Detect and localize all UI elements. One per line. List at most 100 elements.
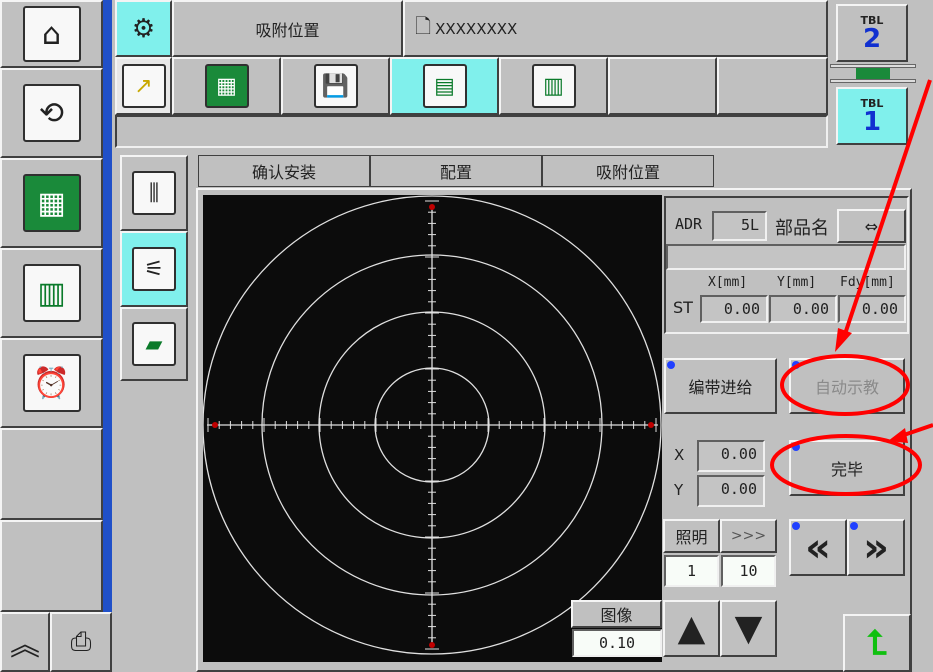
swap-button[interactable]: ⇔: [837, 209, 906, 243]
screen-title: 吸附位置: [172, 0, 403, 57]
nozzle-head-icon: ⫼: [132, 171, 176, 215]
indicator-icon: [850, 522, 858, 530]
tbl2-button[interactable]: TBL 2: [836, 4, 908, 62]
indicator-icon: [792, 522, 800, 530]
sidebar-item-home[interactable]: ⌂: [0, 0, 103, 68]
marker: [648, 422, 654, 428]
tool-tab-nozzle[interactable]: ⫼: [120, 155, 188, 231]
decrease-button[interactable]: ▼: [720, 600, 777, 657]
finish-label: 完毕: [830, 460, 863, 479]
sidebar-empty-2: [0, 520, 103, 612]
previous-button[interactable]: «: [789, 519, 847, 576]
next-label: >>>: [730, 528, 767, 544]
sidebar-item-pcb[interactable]: ▦: [0, 158, 103, 248]
sidebar-item-maintenance[interactable]: ⏰: [0, 338, 103, 428]
file-name: XXXXXXXX: [435, 19, 518, 38]
st-y-field: 0.00: [769, 295, 837, 323]
toolbar-feeder-cart[interactable]: ▤: [390, 57, 499, 115]
part-name-label: 部品名: [775, 218, 829, 239]
tbl1-button[interactable]: TBL 1: [836, 87, 908, 145]
minus-triangle-icon: ▼: [734, 608, 763, 649]
lighting-label: 照明: [675, 528, 708, 547]
sidebar-border: [103, 0, 112, 612]
indicator-icon: [667, 361, 675, 369]
col-y-header: Y[mm]: [777, 275, 817, 290]
operator-icon[interactable]: ⚙: [115, 0, 172, 57]
part-name-field: [666, 244, 906, 270]
tool-tab-tray[interactable]: ▰: [120, 307, 188, 381]
image-button[interactable]: 图像: [571, 600, 662, 628]
bar-chart-icon: ▥: [531, 64, 576, 108]
tab-label: 吸附位置: [595, 163, 660, 182]
toolbar-save[interactable]: 💾: [281, 57, 390, 115]
page-title: 吸附位置: [255, 20, 320, 40]
tape-feed-label: 编带进给: [688, 378, 753, 397]
sync-arrows-icon: ⟲: [22, 84, 81, 142]
tape-feed-button[interactable]: 编带进给: [664, 358, 777, 414]
lighting-button[interactable]: 照明: [663, 519, 720, 553]
toolbar-trend[interactable]: ↗: [115, 57, 172, 115]
return-button[interactable]: ⮤: [843, 614, 911, 672]
lighting-value-1[interactable]: 1: [664, 555, 719, 587]
tray-icon: ▰: [132, 322, 176, 366]
message-bar: [115, 115, 828, 148]
y-field: 0.00: [697, 475, 765, 507]
chevron-double-up-icon[interactable]: ︽: [0, 612, 50, 672]
tab-pickup-position[interactable]: 吸附位置: [542, 155, 714, 187]
tab-confirm-mount[interactable]: 确认安装: [198, 155, 370, 187]
tab-config[interactable]: 配置: [370, 155, 542, 187]
adr-field: 5L: [712, 211, 767, 241]
marker: [429, 642, 435, 648]
col-x-header: X[mm]: [708, 275, 748, 290]
plus-triangle-icon: ▲: [677, 608, 706, 649]
finish-button[interactable]: 完毕: [789, 440, 905, 496]
trend-arrow-icon: ↗: [121, 64, 166, 108]
floppy-disk-icon: 💾: [313, 64, 358, 108]
marker: [429, 204, 435, 210]
adr-label: ADR: [675, 215, 703, 233]
st-fdy-field: 0.00: [838, 295, 906, 323]
indicator-icon: [792, 443, 800, 451]
x-field: 0.00: [697, 440, 765, 472]
alarm-clock-tool-icon: ⏰: [22, 354, 81, 412]
auto-teach-button[interactable]: 自动示教: [789, 358, 905, 414]
col-fdy-header: Fdy[mm]: [840, 275, 895, 290]
tab-label: 确认安装: [251, 163, 316, 182]
file-icon: 🗋: [415, 13, 432, 38]
return-arrow-icon: ⮤: [866, 623, 888, 663]
marker: [212, 422, 218, 428]
chevron-double-right-icon: »: [863, 524, 889, 571]
lighting-next-button[interactable]: >>>: [720, 519, 777, 553]
next-button[interactable]: »: [847, 519, 905, 576]
tbl1-number: 1: [862, 106, 882, 137]
tape-feeder-icon: ⚟: [132, 247, 176, 291]
x-label: X: [674, 446, 685, 464]
image-label: 图像: [600, 606, 633, 625]
board-icon: [856, 68, 890, 79]
tbl2-number: 2: [862, 23, 882, 54]
toolbar-pcb[interactable]: ▦: [172, 57, 281, 115]
sidebar-item-sync[interactable]: ⟲: [0, 68, 103, 158]
chevron-double-left-icon: «: [805, 524, 831, 571]
sidebar-empty-1: [0, 428, 103, 520]
auto-teach-label: 自动示教: [814, 378, 879, 397]
tab-label: 配置: [439, 163, 472, 182]
pcb-boards-icon: ▦: [204, 64, 249, 108]
st-x-field: 0.00: [700, 295, 768, 323]
sidebar-item-report[interactable]: ▥: [0, 248, 103, 338]
file-name-display: 🗋 XXXXXXXX: [403, 0, 828, 57]
y-label: Y: [674, 481, 684, 499]
tool-tab-feeder[interactable]: ⚟: [120, 231, 188, 307]
home-icon: ⌂: [22, 6, 81, 62]
pcb-boards-icon: ▦: [22, 174, 81, 232]
indicator-icon: [792, 361, 800, 369]
image-value[interactable]: 0.10: [572, 629, 662, 657]
increase-button[interactable]: ▲: [663, 600, 720, 657]
report-chart-icon: ▥: [22, 264, 81, 322]
toolbar-empty-1: [608, 57, 717, 115]
camera-view: [203, 195, 662, 662]
printer-icon[interactable]: ⎙: [50, 612, 112, 672]
toolbar-chart[interactable]: ▥: [499, 57, 608, 115]
lighting-value-2[interactable]: 10: [721, 555, 776, 587]
st-label: ST: [673, 298, 693, 317]
